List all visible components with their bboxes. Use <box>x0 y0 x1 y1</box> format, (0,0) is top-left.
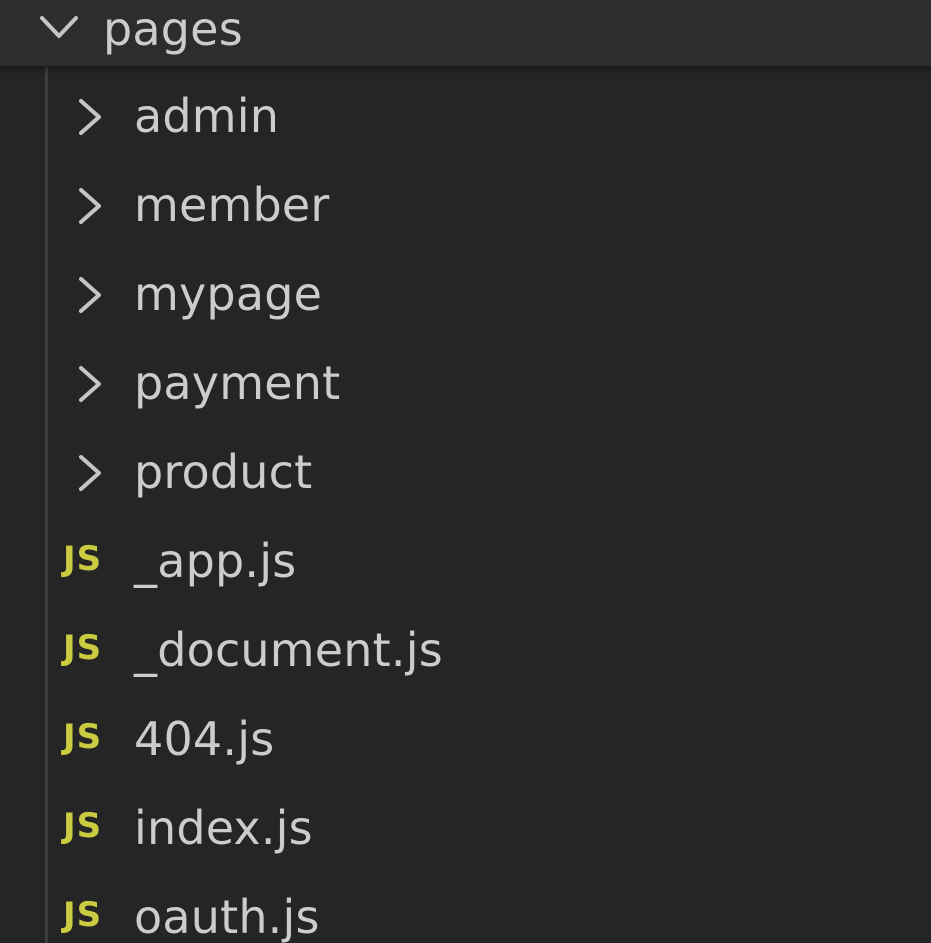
file-row-document[interactable]: JS _document.js <box>0 605 931 694</box>
chevron-right-icon[interactable] <box>72 364 106 404</box>
folder-row-mypage[interactable]: mypage <box>0 249 931 338</box>
js-file-icon: JS <box>63 539 103 579</box>
chevron-down-icon[interactable] <box>38 6 80 46</box>
chevron-right-icon[interactable] <box>72 97 106 137</box>
file-label: _app.js <box>134 534 297 588</box>
folder-row-member[interactable]: member <box>0 160 931 249</box>
js-file-icon: JS <box>63 806 103 846</box>
file-row-index[interactable]: JS index.js <box>0 783 931 872</box>
folder-row-pages[interactable]: pages <box>0 0 931 66</box>
chevron-right-icon[interactable] <box>72 186 106 226</box>
js-file-icon: JS <box>63 628 103 668</box>
folder-row-payment[interactable]: payment <box>0 338 931 427</box>
folder-row-admin[interactable]: admin <box>0 71 931 160</box>
js-file-icon: JS <box>63 895 103 935</box>
file-explorer: pages admin member mypage payment produc… <box>0 0 931 943</box>
file-label: 404.js <box>134 712 275 766</box>
chevron-right-icon[interactable] <box>72 275 106 315</box>
indent-guide <box>45 66 48 943</box>
file-row-404[interactable]: JS 404.js <box>0 694 931 783</box>
folder-label: pages <box>103 2 243 56</box>
folder-row-product[interactable]: product <box>0 427 931 516</box>
folder-label: admin <box>134 89 280 143</box>
folder-label: mypage <box>134 267 323 321</box>
chevron-right-icon[interactable] <box>72 453 106 493</box>
folder-label: payment <box>134 356 341 410</box>
file-label: oauth.js <box>134 890 320 943</box>
file-row-app[interactable]: JS _app.js <box>0 516 931 605</box>
file-label: _document.js <box>134 623 443 677</box>
js-file-icon: JS <box>63 717 103 757</box>
folder-label: product <box>134 445 313 499</box>
file-row-oauth[interactable]: JS oauth.js <box>0 872 931 943</box>
folder-label: member <box>134 178 330 232</box>
file-label: index.js <box>134 801 313 855</box>
